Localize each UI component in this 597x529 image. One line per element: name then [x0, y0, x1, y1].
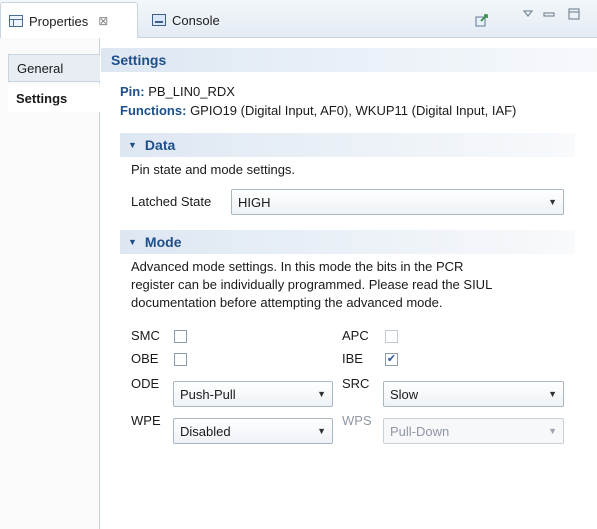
chevron-down-icon: ▼: [317, 389, 326, 399]
mode-description-line-2: register can be individually programmed.…: [131, 277, 493, 292]
pin-info: Pin: PB_LIN0_RDX: [120, 84, 235, 99]
functions-key: Functions:: [120, 103, 187, 118]
obe-checkbox[interactable]: [174, 353, 187, 366]
smc-label: SMC: [131, 328, 160, 343]
properties-icon: [9, 15, 23, 27]
src-label: SRC: [342, 376, 370, 391]
functions-info: Functions: GPIO19 (Digital Input, AF0), …: [120, 103, 516, 118]
pin-to-view-icon[interactable]: [474, 12, 490, 28]
wps-value: Pull-Down: [390, 423, 450, 439]
mode-section-header[interactable]: ▼ Mode: [120, 230, 575, 254]
settings-panel: Settings Pin: PB_LIN0_RDX Functions: GPI…: [101, 38, 597, 529]
chevron-down-icon: ▼: [317, 426, 326, 436]
settings-header: Settings: [101, 48, 597, 72]
wps-select[interactable]: Pull-Down ▼: [383, 418, 564, 444]
console-icon: [152, 14, 166, 26]
pin-value: PB_LIN0_RDX: [148, 84, 235, 99]
side-tab-settings-label: Settings: [16, 90, 68, 106]
apc-checkbox[interactable]: [385, 330, 398, 343]
wpe-value: Disabled: [180, 423, 231, 439]
latched-state-label: Latched State: [131, 194, 212, 209]
side-tab-general-label: General: [17, 60, 64, 76]
ibe-label: IBE: [342, 351, 363, 366]
apc-label: APC: [342, 328, 369, 343]
tab-console[interactable]: Console: [144, 2, 244, 38]
data-section-description: Pin state and mode settings.: [131, 162, 296, 177]
mode-description-line-3: documentation before attempting the adva…: [131, 295, 443, 310]
properties-side-tabs: General Settings: [0, 38, 100, 529]
chevron-down-icon: ▼: [548, 197, 557, 207]
obe-label: OBE: [131, 351, 159, 366]
maximize-icon[interactable]: [566, 6, 582, 22]
src-value: Slow: [390, 386, 419, 402]
chevron-down-icon: ▼: [548, 389, 557, 399]
latched-state-value: HIGH: [238, 194, 271, 210]
smc-checkbox[interactable]: [174, 330, 187, 343]
side-tab-general[interactable]: General: [8, 54, 100, 82]
view-tab-bar: Properties ⊠ Console: [0, 0, 597, 39]
side-tab-settings[interactable]: Settings: [8, 84, 100, 112]
wpe-label: WPE: [131, 413, 161, 428]
chevron-down-icon: ▼: [548, 426, 557, 436]
ode-label: ODE: [131, 376, 160, 391]
mode-description-line-1: Advanced mode settings. In this mode the…: [131, 259, 464, 274]
src-select[interactable]: Slow ▼: [383, 381, 564, 407]
data-section-header[interactable]: ▼ Data: [120, 133, 575, 157]
minimize-icon[interactable]: [541, 6, 557, 22]
expand-triangle-icon: ▼: [128, 140, 137, 150]
tab-properties[interactable]: Properties ⊠: [0, 2, 138, 39]
pin-key: Pin:: [120, 84, 145, 99]
data-section-title: Data: [144, 137, 176, 153]
latched-state-select[interactable]: HIGH ▼: [231, 189, 564, 215]
view-menu-icon[interactable]: [520, 6, 536, 22]
tab-console-label: Console: [172, 12, 220, 28]
ode-value: Push-Pull: [180, 386, 236, 402]
wps-label: WPS: [342, 413, 372, 428]
ibe-checkbox[interactable]: ✔: [385, 353, 398, 366]
checkmark-icon: ✔: [386, 353, 397, 365]
expand-triangle-icon: ▼: [128, 237, 137, 247]
close-icon[interactable]: ⊠: [98, 14, 108, 28]
wpe-select[interactable]: Disabled ▼: [173, 418, 333, 444]
ode-select[interactable]: Push-Pull ▼: [173, 381, 333, 407]
mode-section-title: Mode: [144, 234, 182, 250]
functions-value: GPIO19 (Digital Input, AF0), WKUP11 (Dig…: [190, 103, 517, 118]
tab-properties-label: Properties: [29, 13, 89, 29]
